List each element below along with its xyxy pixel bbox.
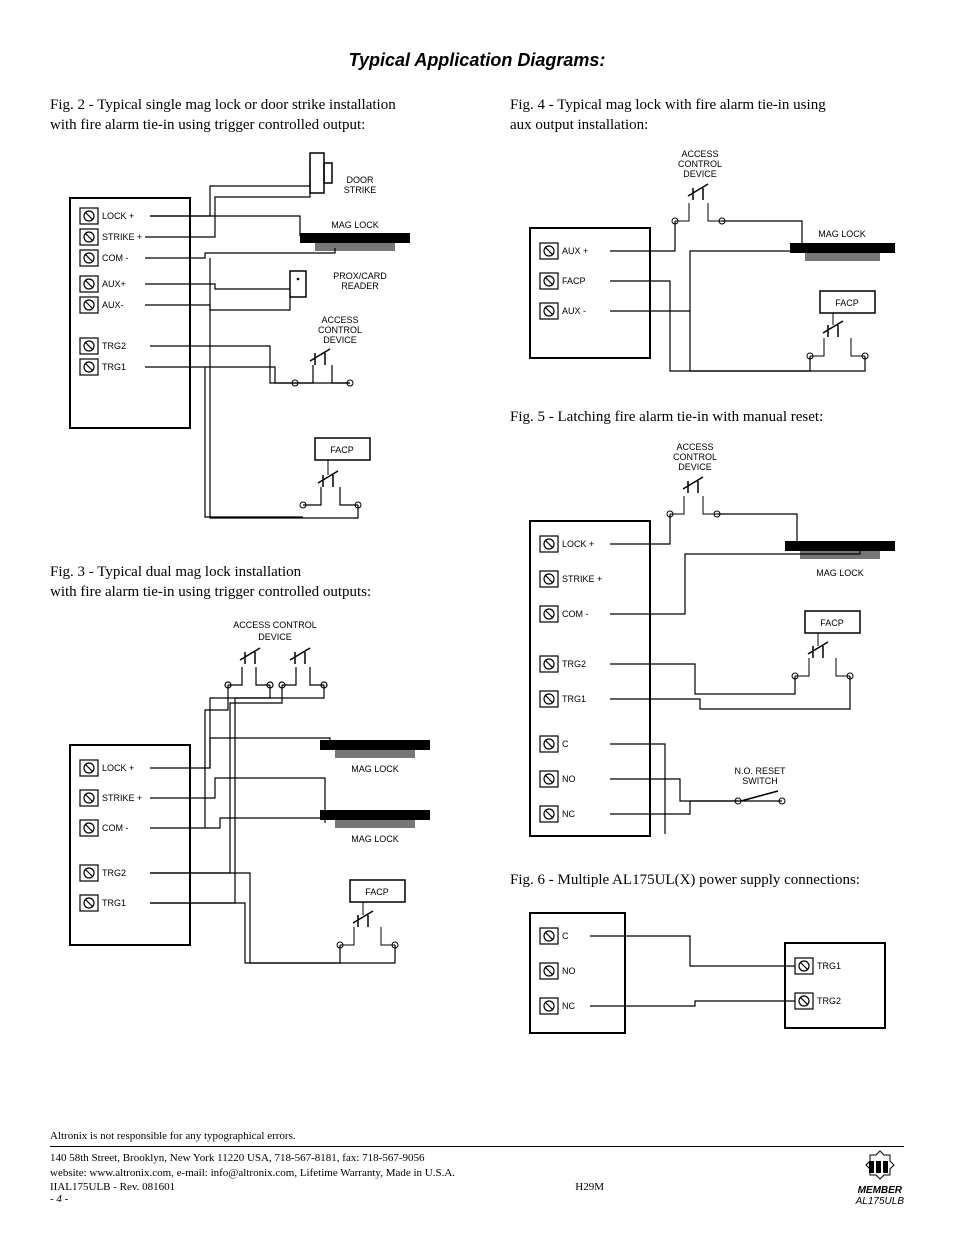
f2-t6: TRG1: [102, 362, 126, 372]
svg-text:N.O. RESET: N.O. RESET: [734, 766, 786, 776]
svg-text:LOCK +: LOCK +: [562, 539, 594, 549]
fig6-caption: Fig. 6 - Multiple AL175UL(X) power suppl…: [510, 871, 910, 891]
fig2-caption-l2: with fire alarm tie-in using trigger con…: [50, 117, 365, 133]
svg-text:STRIKE: STRIKE: [344, 185, 377, 195]
fig4-diagram: ACCESS CONTROL DEVICE AUX + FACP AUX - M…: [510, 143, 910, 393]
right-column: Fig. 4 - Typical mag lock with fire alar…: [510, 96, 910, 1111]
svg-text:TRG2: TRG2: [817, 996, 841, 1006]
svg-text:DEVICE: DEVICE: [258, 632, 292, 642]
model-label: AL175ULB: [856, 1196, 904, 1207]
svg-text:C: C: [562, 739, 569, 749]
svg-text:TRG2: TRG2: [562, 659, 586, 669]
svg-text:MAG LOCK: MAG LOCK: [816, 568, 864, 578]
svg-text:AUX -: AUX -: [562, 306, 586, 316]
svg-text:MAG LOCK: MAG LOCK: [351, 834, 399, 844]
svg-text:LOCK +: LOCK +: [102, 763, 134, 773]
fig2-diagram: LOCK + STRIKE + COM - AUX+ AUX- TRG2 TRG…: [50, 143, 450, 543]
left-column: Fig. 2 - Typical single mag lock or door…: [50, 96, 450, 1111]
acd-icon: ACCESS CONTROL DEVICE: [292, 315, 362, 386]
page-footer: Altronix is not responsible for any typo…: [50, 1130, 904, 1205]
fig3-diagram: ACCESS CONTROL DEVICE LOCK + STRIKE: [50, 610, 450, 990]
svg-text:MAG LOCK: MAG LOCK: [331, 220, 379, 230]
svg-text:TRG1: TRG1: [102, 898, 126, 908]
fig3-caption-l1: Fig. 3 - Typical dual mag lock installat…: [50, 564, 301, 580]
svg-text:TRG1: TRG1: [562, 694, 586, 704]
footer-web: website: www.altronix.com, e-mail: info@…: [50, 1166, 904, 1181]
two-column-layout: Fig. 2 - Typical single mag lock or door…: [50, 96, 904, 1111]
footer-address: 140 58th Street, Brooklyn, New York 1122…: [50, 1151, 904, 1166]
svg-text:COM -: COM -: [562, 609, 589, 619]
svg-text:FACP: FACP: [820, 618, 844, 628]
svg-text:NC: NC: [562, 1001, 575, 1011]
svg-text:READER: READER: [341, 281, 379, 291]
fig5-caption: Fig. 5 - Latching fire alarm tie-in with…: [510, 408, 910, 428]
svg-text:FACP: FACP: [365, 887, 389, 897]
svg-text:NC: NC: [562, 809, 575, 819]
f2-t4: AUX-: [102, 300, 124, 310]
svg-text:TRG2: TRG2: [102, 868, 126, 878]
footer-rev: IIAL175ULB - Rev. 081601: [50, 1181, 175, 1193]
svg-text:SWITCH: SWITCH: [742, 776, 778, 786]
svg-text:CONTROL: CONTROL: [678, 159, 722, 169]
svg-text:DOOR: DOOR: [347, 175, 375, 185]
f2-t3: AUX+: [102, 279, 126, 289]
sia-badge-icon: [859, 1149, 901, 1183]
svg-text:ACCESS: ACCESS: [681, 149, 718, 159]
svg-text:PROX/CARD: PROX/CARD: [333, 271, 387, 281]
svg-text:ACCESS: ACCESS: [321, 315, 358, 325]
svg-text:MAG LOCK: MAG LOCK: [818, 229, 866, 239]
footer-page-number: - 4 -: [50, 1193, 904, 1205]
door-strike-icon: DOOR STRIKE: [310, 153, 376, 195]
member-logo: MEMBER AL175ULB: [856, 1149, 904, 1207]
svg-text:CONTROL: CONTROL: [673, 452, 717, 462]
svg-text:CONTROL: CONTROL: [318, 325, 362, 335]
footer-code: H29M: [575, 1181, 604, 1193]
page-title: Typical Application Diagrams:: [50, 50, 904, 71]
svg-text:TRG1: TRG1: [817, 961, 841, 971]
fig2-caption: Fig. 2 - Typical single mag lock or door…: [50, 96, 450, 135]
fig6-diagram: C NO NC TRG1 TRG2: [510, 898, 910, 1048]
svg-text:AUX +: AUX +: [562, 246, 588, 256]
svg-text:NO: NO: [562, 774, 576, 784]
f2-t1: STRIKE +: [102, 232, 142, 242]
svg-text:DEVICE: DEVICE: [683, 169, 717, 179]
f2-t5: TRG2: [102, 341, 126, 351]
prox-reader-icon: PROX/CARD READER: [290, 271, 387, 297]
svg-text:NO: NO: [562, 966, 576, 976]
fig3-caption: Fig. 3 - Typical dual mag lock installat…: [50, 563, 450, 602]
svg-text:MAG LOCK: MAG LOCK: [351, 764, 399, 774]
mag-lock-icon: MAG LOCK: [300, 220, 410, 251]
fig2-caption-l1: Fig. 2 - Typical single mag lock or door…: [50, 97, 396, 113]
fig4-caption: Fig. 4 - Typical mag lock with fire alar…: [510, 96, 910, 135]
svg-text:STRIKE +: STRIKE +: [562, 574, 602, 584]
svg-text:COM -: COM -: [102, 823, 129, 833]
fig3-caption-l2: with fire alarm tie-in using trigger con…: [50, 584, 371, 600]
svg-text:C: C: [562, 931, 569, 941]
svg-text:DEVICE: DEVICE: [678, 462, 712, 472]
fig5-diagram: ACCESS CONTROL DEVICE LOCK + STRIKE + CO…: [510, 436, 910, 856]
svg-text:FACP: FACP: [835, 298, 859, 308]
footer-disclaimer: Altronix is not responsible for any typo…: [50, 1130, 904, 1142]
svg-text:DEVICE: DEVICE: [323, 335, 357, 345]
svg-text:ACCESS CONTROL: ACCESS CONTROL: [233, 620, 317, 630]
svg-text:FACP: FACP: [562, 276, 586, 286]
facp-icon: FACP: [300, 438, 370, 508]
svg-text:FACP: FACP: [330, 445, 354, 455]
svg-text:STRIKE +: STRIKE +: [102, 793, 142, 803]
f2-t2: COM -: [102, 253, 129, 263]
svg-text:ACCESS: ACCESS: [676, 442, 713, 452]
f2-t0: LOCK +: [102, 211, 134, 221]
member-label: MEMBER: [856, 1185, 904, 1196]
